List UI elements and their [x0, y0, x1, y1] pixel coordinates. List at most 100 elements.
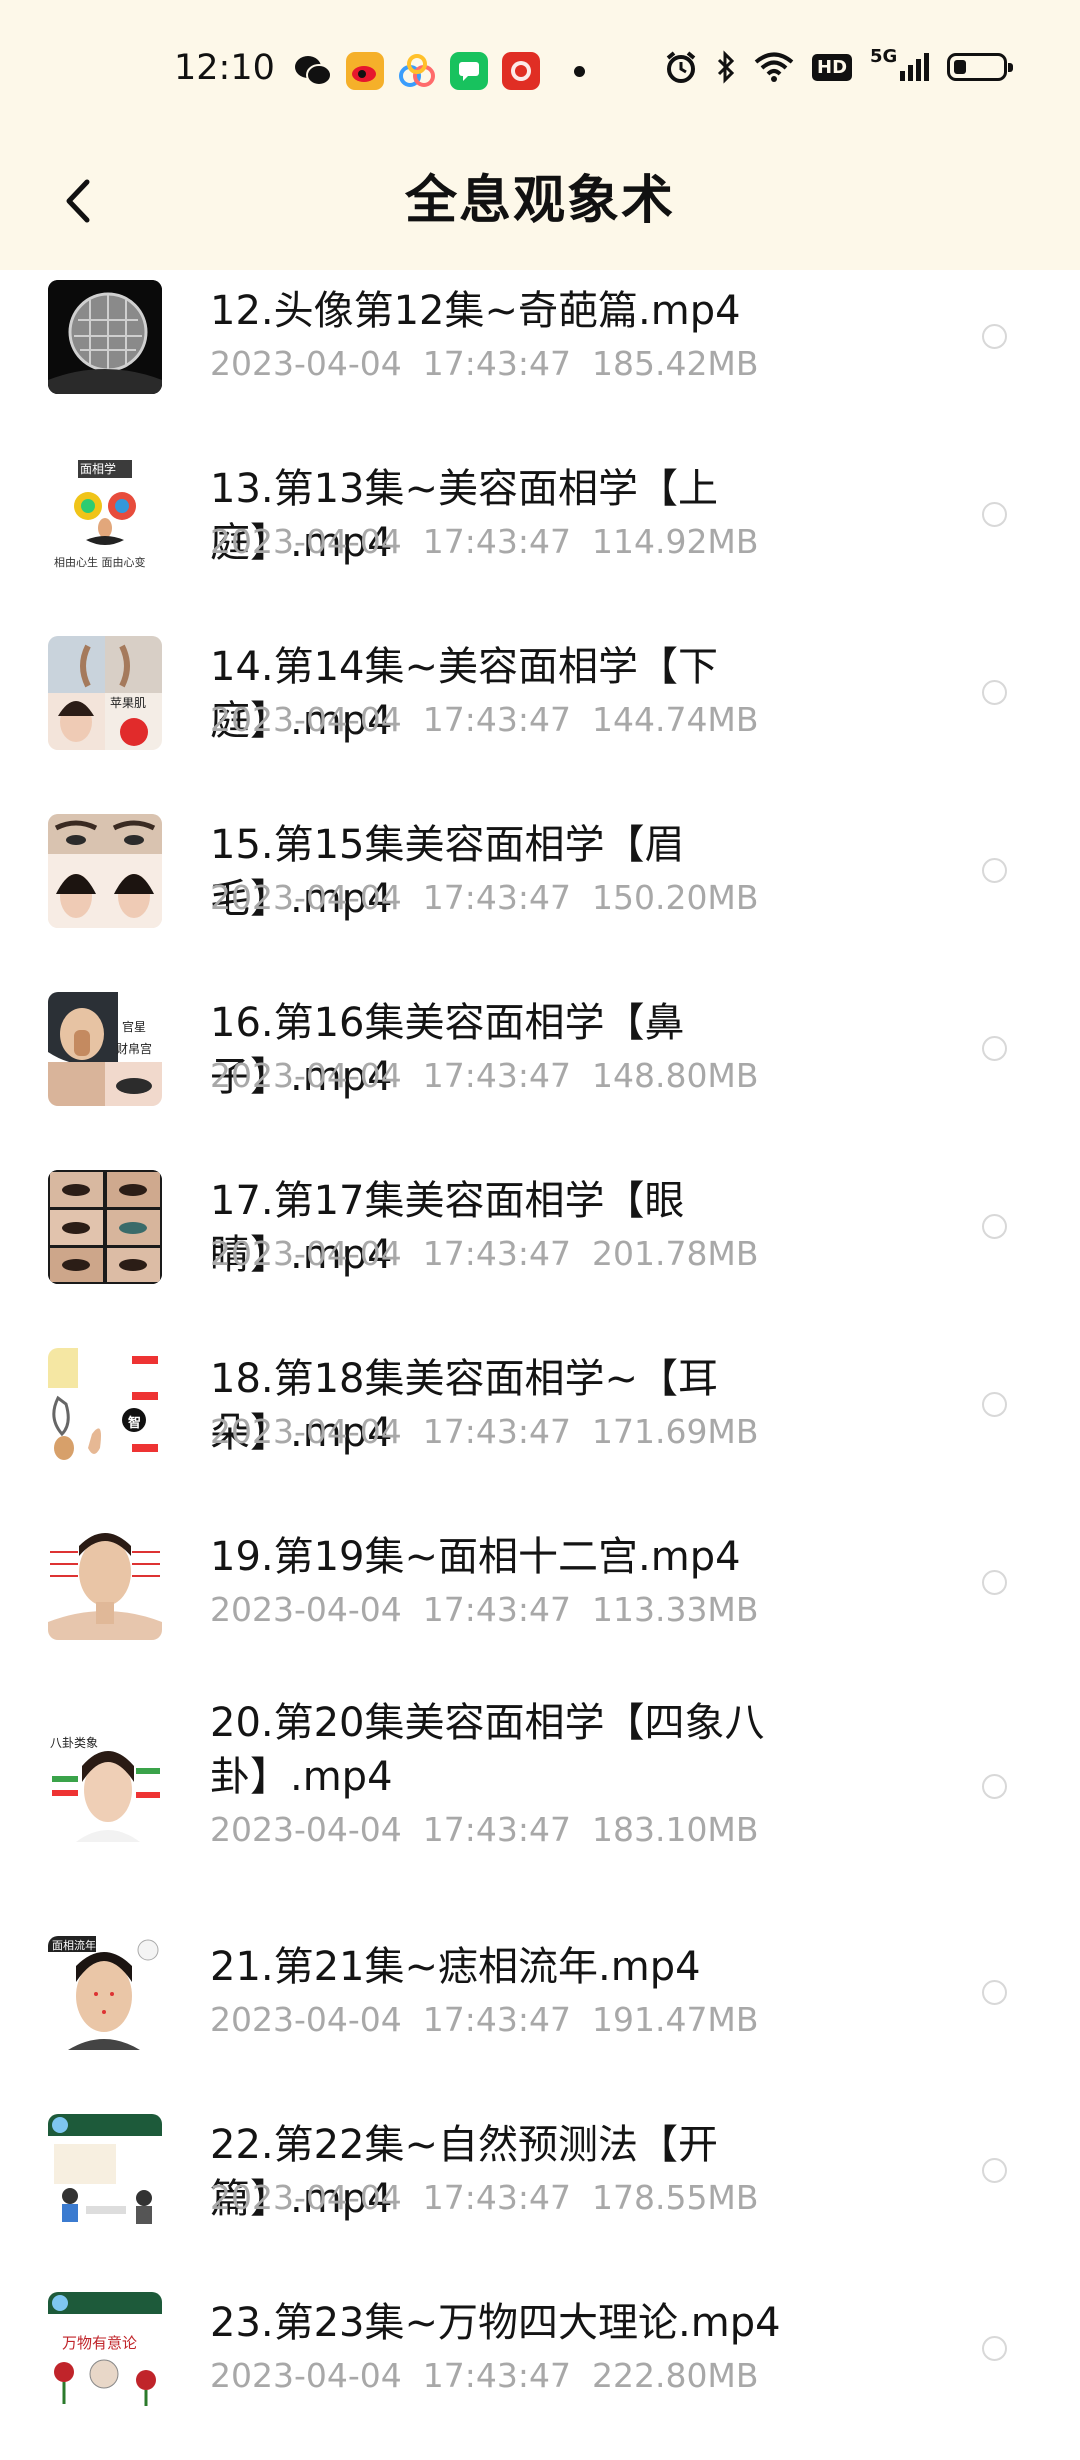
- list-item[interactable]: 12.头像第12集~奇葩篇.mp4 2023-04-04 17:43:47 18…: [0, 270, 1080, 448]
- wechat-icon: [294, 52, 332, 90]
- video-thumbnail: 苹果肌: [48, 636, 162, 750]
- hd-icon: HD: [812, 53, 853, 81]
- file-meta: 2023-04-04 17:43:47 222.80MB: [210, 2356, 759, 2395]
- video-thumbnail: [48, 1170, 162, 1284]
- thumbnail-label: 智: [128, 1416, 142, 1431]
- thumbnail-caption: 相由心生 面由心变: [54, 556, 146, 569]
- file-time: 17:43:47: [422, 1234, 571, 1273]
- status-time: 12:10: [174, 48, 275, 88]
- weibo-icon: [346, 52, 384, 90]
- select-radio[interactable]: [982, 1214, 1007, 1239]
- video-thumbnail: [48, 280, 162, 394]
- page-title: 全息观象术: [404, 171, 675, 231]
- status-bar: 12:10 HD 5G: [0, 0, 1080, 140]
- file-time: 17:43:47: [422, 2000, 571, 2039]
- alarm-icon: [666, 51, 696, 83]
- video-thumbnail: 智: [48, 1348, 162, 1462]
- thumbnail-label: 苹果肌: [110, 696, 147, 710]
- file-time: 17:43:47: [422, 1810, 571, 1849]
- video-thumbnail: [48, 2114, 162, 2228]
- list-item[interactable]: 面相学 相由心生 面由心变 13.第13集~美容面相学【上庭】.mp4 2023…: [0, 448, 1080, 626]
- file-size: 113.33MB: [591, 1590, 759, 1629]
- file-meta: 2023-04-04 17:43:47 148.80MB: [210, 1056, 759, 1095]
- thumbnail-label: 面相学: [80, 462, 117, 476]
- list-item[interactable]: 八卦类象 20.第20集美容面相学【四象八卦】.mp4 2023-04-04 1…: [0, 1694, 1080, 1926]
- file-time: 17:43:47: [422, 1412, 571, 1451]
- video-thumbnail: 官星 财帛宫: [48, 992, 162, 1106]
- file-meta: 2023-04-04 17:43:47 201.78MB: [210, 1234, 759, 1273]
- file-size: 148.80MB: [591, 1056, 759, 1095]
- file-meta: 2023-04-04 17:43:47 113.33MB: [210, 1590, 759, 1629]
- video-thumbnail: 八卦类象: [48, 1732, 162, 1846]
- file-name: 19.第19集~面相十二宫.mp4: [210, 1534, 741, 1580]
- video-thumbnail: 面相学 相由心生 面由心变: [48, 458, 162, 572]
- file-meta: 2023-04-04 17:43:47 114.92MB: [210, 522, 759, 561]
- file-size: 114.92MB: [591, 522, 759, 561]
- list-item[interactable]: 万物有意论 23.第23集~万物四大理论.mp4 2023-04-04 17:4…: [0, 2282, 1080, 2460]
- select-radio[interactable]: [982, 858, 1007, 883]
- file-meta: 2023-04-04 17:43:47 171.69MB: [210, 1412, 759, 1451]
- select-radio[interactable]: [982, 2336, 1007, 2361]
- select-radio[interactable]: [982, 2158, 1007, 2183]
- file-size: 183.10MB: [591, 1810, 759, 1849]
- file-size: 144.74MB: [591, 700, 759, 739]
- list-item[interactable]: 22.第22集~自然预测法【开篇】.mp4 2023-04-04 17:43:4…: [0, 2104, 1080, 2282]
- select-radio[interactable]: [982, 1980, 1007, 2005]
- file-time: 17:43:47: [422, 1056, 571, 1095]
- file-date: 2023-04-04: [210, 344, 402, 383]
- file-date: 2023-04-04: [210, 878, 402, 917]
- file-name: 20.第20集美容面相学【四象八卦】.mp4: [210, 1700, 765, 1800]
- bluetooth-icon: [717, 50, 735, 84]
- wifi-icon: [754, 52, 794, 82]
- file-size: 201.78MB: [591, 1234, 759, 1273]
- file-name: 12.头像第12集~奇葩篇.mp4: [210, 288, 741, 334]
- file-meta: 2023-04-04 17:43:47 144.74MB: [210, 700, 759, 739]
- file-size: 185.42MB: [591, 344, 759, 383]
- list-item[interactable]: 智 18.第18集美容面相学~【耳朵】.mp4 2023-04-04 17:43…: [0, 1338, 1080, 1516]
- baidu-netdisk-icon: [398, 52, 436, 90]
- select-radio[interactable]: [982, 1036, 1007, 1061]
- list-item[interactable]: 面相流年 21.第21集~痣相流年.mp4 2023-04-04 17:43:4…: [0, 1926, 1080, 2104]
- file-date: 2023-04-04: [210, 1810, 402, 1849]
- select-radio[interactable]: [982, 1570, 1007, 1595]
- file-date: 2023-04-04: [210, 1056, 402, 1095]
- file-name: 23.第23集~万物四大理论.mp4: [210, 2300, 781, 2346]
- pinduoduo-icon: [502, 52, 540, 90]
- file-date: 2023-04-04: [210, 1234, 402, 1273]
- file-size: 191.47MB: [591, 2000, 759, 2039]
- file-meta: 2023-04-04 17:43:47 191.47MB: [210, 2000, 759, 2039]
- thumbnail-label: 面相流年: [52, 1939, 96, 1952]
- select-radio[interactable]: [982, 680, 1007, 705]
- select-radio[interactable]: [982, 324, 1007, 349]
- file-date: 2023-04-04: [210, 1412, 402, 1451]
- file-size: 150.20MB: [591, 878, 759, 917]
- video-thumbnail: 万物有意论: [48, 2292, 162, 2406]
- video-thumbnail: [48, 814, 162, 928]
- list-item[interactable]: 苹果肌 14.第14集~美容面相学【下庭】.mp4 2023-04-04 17:…: [0, 626, 1080, 804]
- file-date: 2023-04-04: [210, 2178, 402, 2217]
- more-notifications-dot: [574, 65, 585, 77]
- file-time: 17:43:47: [422, 344, 571, 383]
- file-date: 2023-04-04: [210, 700, 402, 739]
- file-size: 178.55MB: [591, 2178, 759, 2217]
- file-date: 2023-04-04: [210, 1590, 402, 1629]
- signal-5g-icon: 5G: [870, 46, 930, 81]
- file-meta: 2023-04-04 17:43:47 185.42MB: [210, 344, 759, 383]
- list-item[interactable]: 15.第15集美容面相学【眉毛】.mp4 2023-04-04 17:43:47…: [0, 804, 1080, 982]
- select-radio[interactable]: [982, 502, 1007, 527]
- app-header: 全息观象术: [0, 140, 1080, 270]
- file-time: 17:43:47: [422, 700, 571, 739]
- message-icon: [450, 52, 488, 90]
- list-item[interactable]: 19.第19集~面相十二宫.mp4 2023-04-04 17:43:47 11…: [0, 1516, 1080, 1694]
- list-item[interactable]: 官星 财帛宫 16.第16集美容面相学【鼻子】.mp4 2023-04-04 1…: [0, 982, 1080, 1160]
- file-date: 2023-04-04: [210, 522, 402, 561]
- file-date: 2023-04-04: [210, 2000, 402, 2039]
- file-date: 2023-04-04: [210, 2356, 402, 2395]
- file-meta: 2023-04-04 17:43:47 178.55MB: [210, 2178, 759, 2217]
- file-name: 21.第21集~痣相流年.mp4: [210, 1944, 701, 1990]
- list-item[interactable]: 17.第17集美容面相学【眼睛】.mp4 2023-04-04 17:43:47…: [0, 1160, 1080, 1338]
- select-radio[interactable]: [982, 1774, 1007, 1799]
- video-thumbnail: 面相流年: [48, 1936, 162, 2050]
- select-radio[interactable]: [982, 1392, 1007, 1417]
- file-size: 171.69MB: [591, 1412, 759, 1451]
